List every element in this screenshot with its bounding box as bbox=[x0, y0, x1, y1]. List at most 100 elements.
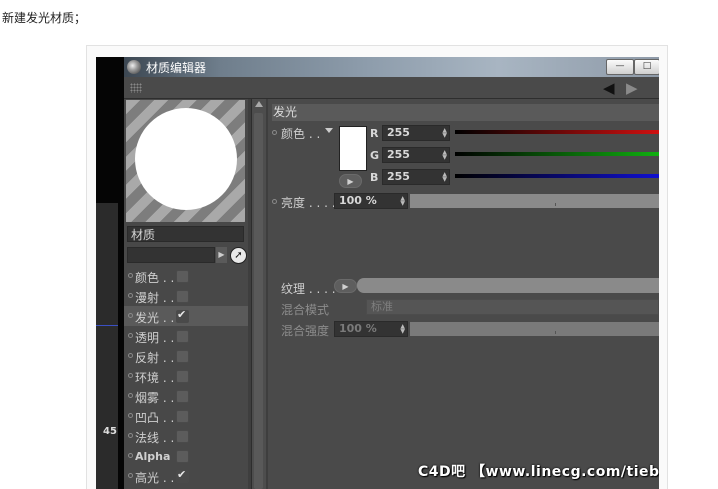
channel-label: 烟雾 . . bbox=[135, 391, 175, 405]
color-swatch[interactable] bbox=[339, 126, 367, 171]
channel-anim-dot[interactable] bbox=[128, 313, 133, 318]
channel-checkbox[interactable] bbox=[176, 290, 189, 303]
material-left-panel: 材质 ▶ ➚ 颜色 . . 漫射 . . 发光 . . 透明 . . 反射 . . 环境 … bbox=[124, 99, 248, 489]
channel-anim-dot[interactable] bbox=[128, 453, 133, 458]
channel-label: 透明 . . bbox=[135, 331, 175, 345]
host-axis-line bbox=[96, 325, 118, 326]
channel-anim-dot[interactable] bbox=[128, 273, 133, 278]
luminance-panel: 发光 颜色 . . ▶ R 255 ▲ ▼ G 255 ▲ ▼ B 255 ▲ ▼ bbox=[268, 99, 659, 489]
channel-anim-dot[interactable] bbox=[128, 433, 133, 438]
channel-item[interactable]: 高光 . . bbox=[124, 466, 248, 486]
texture-field[interactable] bbox=[357, 278, 659, 293]
channel-checkbox[interactable] bbox=[176, 468, 189, 483]
channel-anim-dot[interactable] bbox=[128, 293, 133, 298]
blend-mode-select[interactable]: 标准 bbox=[366, 299, 659, 315]
channel-item[interactable]: 漫射 . . bbox=[124, 286, 248, 306]
forward-arrow-icon[interactable]: ▶ bbox=[626, 79, 638, 97]
g-value: 255 bbox=[387, 148, 410, 161]
brightness-value: 100 % bbox=[339, 194, 377, 207]
brightness-value-field[interactable]: 100 % ▲ ▼ bbox=[334, 193, 408, 209]
channel-anim-dot[interactable] bbox=[128, 413, 133, 418]
g-value-field[interactable]: 255 ▲ ▼ bbox=[382, 147, 450, 163]
color-label: 颜色 . . bbox=[281, 127, 321, 141]
channel-checkbox[interactable] bbox=[176, 430, 189, 443]
channel-label: 环境 . . bbox=[135, 371, 175, 385]
channel-checkbox[interactable] bbox=[176, 370, 189, 383]
blend-strength-field[interactable]: 100 % ▲ ▼ bbox=[334, 321, 408, 337]
channel-item[interactable]: 烟雾 . . bbox=[124, 386, 248, 406]
channel-item[interactable]: Alpha bbox=[124, 446, 248, 466]
channel-anim-dot[interactable] bbox=[128, 373, 133, 378]
section-title: 发光 bbox=[272, 104, 659, 121]
b-value-field[interactable]: 255 ▲ ▼ bbox=[382, 169, 450, 185]
material-preview[interactable] bbox=[126, 100, 245, 222]
channel-item[interactable]: 颜色 . . bbox=[124, 266, 248, 286]
channel-label: 发光 . . bbox=[135, 311, 175, 325]
r-label: R bbox=[370, 127, 379, 140]
channel-checkbox[interactable] bbox=[176, 410, 189, 423]
channel-label: 反射 . . bbox=[135, 351, 175, 365]
scroll-thumb[interactable] bbox=[254, 113, 263, 489]
material-editor-window: 材质编辑器 — □ ◀ ▶ 材质 ▶ ➚ 颜色 . . 漫射 . . 发光 . . 透… bbox=[124, 57, 659, 489]
r-spinner-icon[interactable]: ▲ ▼ bbox=[442, 128, 447, 139]
toolbar: ◀ ▶ bbox=[124, 77, 659, 99]
g-label: G bbox=[370, 149, 380, 162]
color-expand-button[interactable]: ▶ bbox=[339, 174, 362, 188]
back-arrow-icon[interactable]: ◀ bbox=[603, 79, 615, 97]
blend-strength-slider[interactable] bbox=[410, 322, 659, 336]
slider-tick bbox=[555, 203, 556, 206]
channel-anim-dot[interactable] bbox=[128, 393, 133, 398]
watermark: C4D吧 【www.linecg.com/tieba/1799】 bbox=[418, 464, 659, 480]
channel-item[interactable]: 发光 . . bbox=[124, 306, 248, 326]
minimize-button[interactable]: — bbox=[606, 59, 634, 75]
channel-item[interactable]: 透明 . . bbox=[124, 326, 248, 346]
material-select-field[interactable] bbox=[127, 247, 215, 263]
channel-checkbox[interactable] bbox=[176, 390, 189, 403]
channel-item[interactable]: 凹凸 . . bbox=[124, 406, 248, 426]
blend-strength-label: 混合强度 bbox=[281, 324, 330, 338]
texture-expand-button[interactable]: ▶ bbox=[334, 279, 357, 293]
channel-label: 法线 . . bbox=[135, 431, 175, 445]
r-value-field[interactable]: 255 ▲ ▼ bbox=[382, 125, 450, 141]
select-arrow-icon[interactable]: ▶ bbox=[216, 247, 227, 263]
title-bar[interactable]: 材质编辑器 — □ bbox=[124, 57, 659, 77]
b-slider[interactable] bbox=[455, 174, 659, 178]
channel-item[interactable]: 反射 . . bbox=[124, 346, 248, 366]
scroll-up-icon[interactable] bbox=[255, 101, 263, 107]
maximize-button[interactable]: □ bbox=[634, 59, 659, 75]
grip-icon[interactable] bbox=[130, 83, 142, 93]
channel-checkbox[interactable] bbox=[176, 350, 189, 363]
channel-anim-dot[interactable] bbox=[128, 333, 133, 338]
caption-text: 新建发光材质； bbox=[2, 11, 87, 25]
b-spinner-icon[interactable]: ▲ ▼ bbox=[442, 172, 447, 183]
material-name-field[interactable]: 材质 bbox=[127, 226, 244, 242]
channel-checkbox[interactable] bbox=[176, 270, 189, 283]
cinema4d-app-icon bbox=[127, 60, 141, 74]
g-slider[interactable] bbox=[455, 152, 659, 156]
blend-strength-spinner-icon[interactable]: ▲ ▼ bbox=[400, 324, 405, 335]
channel-label: Alpha bbox=[135, 450, 171, 463]
channel-checkbox[interactable] bbox=[176, 330, 189, 343]
left-scrollbar[interactable] bbox=[251, 99, 266, 489]
channel-anim-dot[interactable] bbox=[128, 473, 133, 478]
texture-label: 纹理 . . . . bbox=[281, 282, 336, 296]
pointer-picker-icon[interactable]: ➚ bbox=[230, 247, 247, 264]
b-value: 255 bbox=[387, 170, 410, 183]
brightness-anim-dot[interactable] bbox=[272, 199, 277, 204]
window-title: 材质编辑器 bbox=[146, 61, 207, 75]
channel-checkbox[interactable] bbox=[176, 450, 189, 463]
channel-item[interactable]: 环境 . . bbox=[124, 366, 248, 386]
g-spinner-icon[interactable]: ▲ ▼ bbox=[442, 150, 447, 161]
slider-tick bbox=[555, 331, 556, 334]
channel-label: 漫射 . . bbox=[135, 291, 175, 305]
channel-item[interactable]: 法线 . . bbox=[124, 426, 248, 446]
r-slider[interactable] bbox=[455, 130, 659, 134]
color-anim-dot[interactable] bbox=[272, 130, 277, 135]
color-dropdown-icon[interactable] bbox=[325, 128, 333, 133]
b-label: B bbox=[370, 171, 379, 184]
channel-checkbox[interactable] bbox=[176, 308, 189, 323]
brightness-spinner-icon[interactable]: ▲ ▼ bbox=[400, 196, 405, 207]
channel-anim-dot[interactable] bbox=[128, 353, 133, 358]
brightness-slider[interactable] bbox=[410, 194, 659, 208]
host-number: 45 bbox=[103, 426, 117, 437]
